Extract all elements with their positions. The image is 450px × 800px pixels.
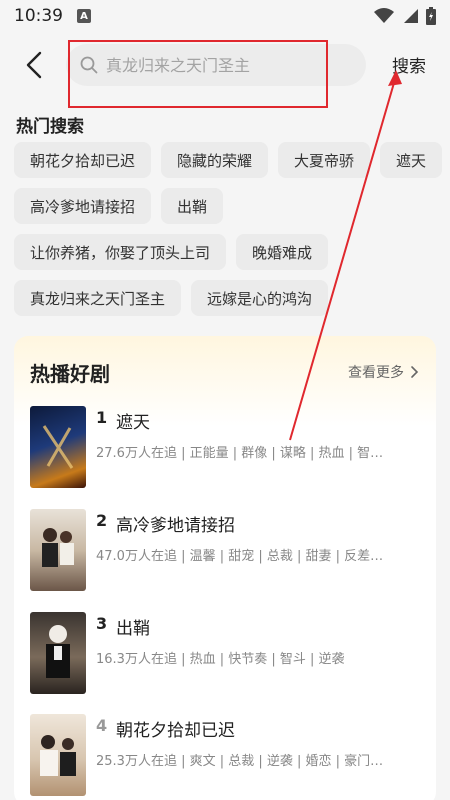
back-button[interactable]	[14, 40, 54, 90]
hot-dramas-title: 热播好剧	[30, 362, 110, 386]
drama-meta: 27.6万人在追 | 正能量 | 群像 | 谋略 | 热血 | 智…	[96, 446, 384, 461]
drama-rank: 1	[96, 408, 108, 427]
status-time: 10:39	[14, 6, 63, 26]
hot-search-tag[interactable]: 晚婚难成	[236, 234, 329, 270]
search-input[interactable]	[106, 55, 346, 75]
drama-poster	[30, 714, 86, 796]
drama-meta: 25.3万人在追 | 爽文 | 总裁 | 逆袭 | 婚恋 | 豪门…	[96, 754, 384, 769]
search-icon	[80, 56, 98, 74]
view-more-label: 查看更多	[348, 365, 404, 381]
drama-list-item[interactable]: 4 朝花夕拾却已迟 25.3万人在追 | 爽文 | 总裁 | 逆袭 | 婚恋 |…	[30, 714, 430, 798]
view-more-link[interactable]: 查看更多	[348, 362, 420, 382]
hot-search-tag[interactable]: 遮天	[380, 142, 443, 178]
search-header: 搜索	[0, 40, 450, 108]
drama-title: 朝花夕拾却已迟	[116, 721, 235, 741]
hot-search-tag[interactable]: 真龙归来之天门圣主	[14, 280, 182, 316]
drama-meta: 47.0万人在追 | 温馨 | 甜宠 | 总裁 | 甜妻 | 反差…	[96, 549, 384, 564]
battery-icon	[426, 7, 436, 25]
drama-poster	[30, 612, 86, 694]
status-bar: 10:39 A	[0, 0, 450, 32]
drama-rank: 4	[96, 716, 108, 735]
signal-icon	[404, 9, 418, 23]
hot-search-tags: 朝花夕拾却已迟 隐藏的荣耀 大夏帝骄 遮天 高冷爹地请接招 出鞘 让你养猪，你娶…	[14, 142, 444, 316]
wifi-icon	[374, 8, 394, 23]
status-icons	[374, 7, 436, 25]
drama-poster	[30, 509, 86, 591]
drama-list-item[interactable]: 1 遮天 27.6万人在追 | 正能量 | 群像 | 谋略 | 热血 | 智…	[30, 406, 430, 490]
drama-rank: 2	[96, 511, 108, 530]
hot-search-tag[interactable]: 让你养猪，你娶了顶头上司	[14, 234, 227, 270]
hot-search-title: 热门搜索	[16, 117, 84, 137]
hot-search-tag[interactable]: 大夏帝骄	[278, 142, 371, 178]
search-button[interactable]: 搜索	[392, 52, 426, 77]
hot-search-tag[interactable]: 朝花夕拾却已迟	[14, 142, 152, 178]
search-box[interactable]	[66, 44, 366, 86]
drama-title: 高冷爹地请接招	[116, 516, 235, 536]
hot-search-tag[interactable]: 隐藏的荣耀	[161, 142, 269, 178]
hot-search-tag[interactable]: 出鞘	[161, 188, 224, 224]
drama-meta: 16.3万人在追 | 热血 | 快节奏 | 智斗 | 逆袭	[96, 652, 345, 667]
drama-list-item[interactable]: 3 出鞘 16.3万人在追 | 热血 | 快节奏 | 智斗 | 逆袭	[30, 612, 430, 696]
hot-dramas-card: 热播好剧 查看更多 1 遮天 27.6万人在追 | 正能量 | 群像 | 谋略 …	[14, 336, 436, 800]
drama-poster	[30, 406, 86, 488]
drama-rank: 3	[96, 614, 108, 633]
drama-list-item[interactable]: 2 高冷爹地请接招 47.0万人在追 | 温馨 | 甜宠 | 总裁 | 甜妻 |…	[30, 509, 430, 593]
hot-search-tag[interactable]: 远嫁是心的鸿沟	[191, 280, 329, 316]
chevron-left-icon	[26, 51, 42, 79]
hot-search-tag[interactable]: 高冷爹地请接招	[14, 188, 152, 224]
drama-title: 遮天	[116, 413, 150, 433]
drama-title: 出鞘	[116, 619, 150, 639]
notification-icon: A	[77, 9, 91, 23]
chevron-right-icon	[411, 366, 419, 378]
